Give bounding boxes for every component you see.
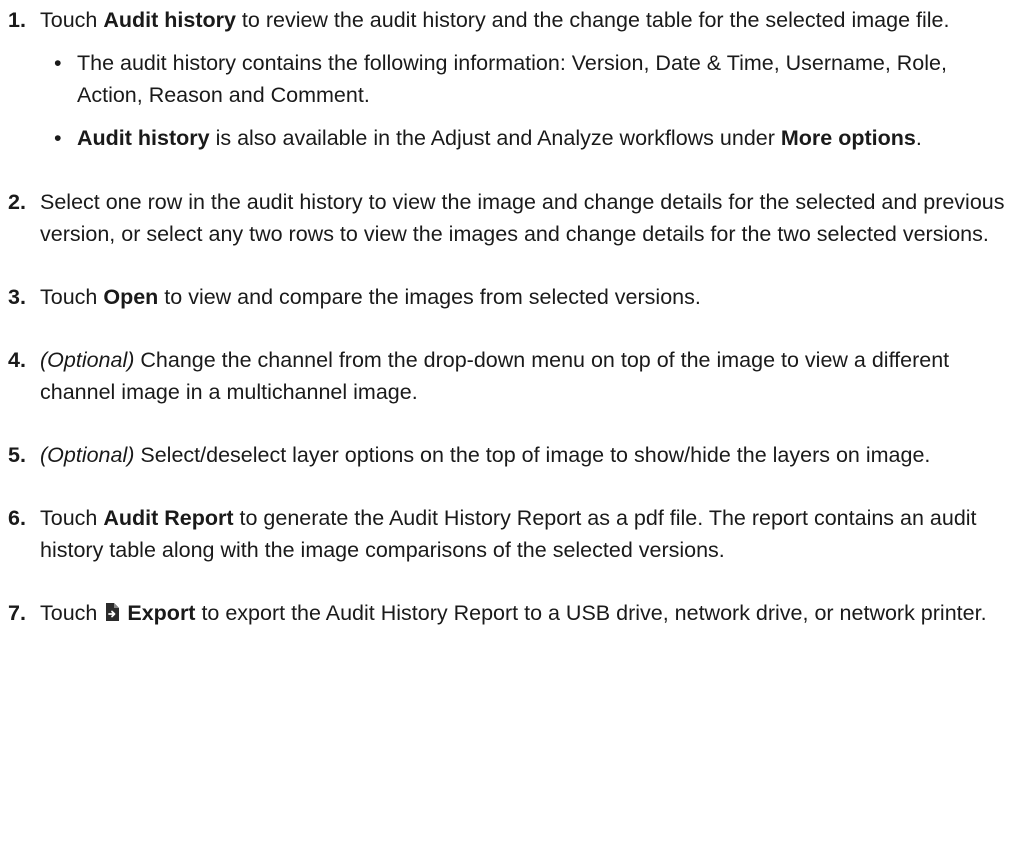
audit-report-label: Audit Report [103, 506, 234, 530]
bullet-icon: • [54, 51, 62, 75]
open-label: Open [103, 285, 159, 309]
optional-label: (Optional) [40, 443, 135, 467]
step-number: 3. [8, 285, 26, 309]
step-number: 4. [8, 348, 26, 372]
export-icon [101, 600, 123, 622]
step-number: 5. [8, 443, 26, 467]
step-text: Touch Audit history to review the audit … [40, 8, 950, 32]
step-3: 3. Touch Open to view and compare the im… [0, 281, 1016, 313]
bullet-text: The audit history contains the following… [77, 51, 947, 107]
bullet-icon: • [54, 126, 62, 150]
step-text: Touch Audit Report to generate the Audit… [40, 506, 977, 562]
bullet-text: Audit history is also available in the A… [77, 126, 922, 150]
bullet-item: • Audit history is also available in the… [40, 122, 1016, 154]
optional-label: (Optional) [40, 348, 135, 372]
step-7: 7. Touch Export to export the Audit Histo… [0, 597, 1016, 629]
bullet-item: • The audit history contains the followi… [40, 47, 1016, 111]
step-5: 5. (Optional) Select/deselect layer opti… [0, 439, 1016, 471]
audit-history-label: Audit history [103, 8, 236, 32]
step-number: 1. [8, 8, 26, 32]
step-text: (Optional) Select/deselect layer options… [40, 443, 931, 467]
step-text: Touch Open to view and compare the image… [40, 285, 701, 309]
more-options-label: More options [780, 126, 916, 150]
audit-history-label: Audit history [77, 126, 210, 150]
step-4: 4. (Optional) Change the channel from th… [0, 344, 1016, 408]
step-1: 1. Touch Audit history to review the aud… [0, 4, 1016, 154]
instruction-steps: 1. Touch Audit history to review the aud… [0, 4, 1016, 629]
step-2: 2. Select one row in the audit history t… [0, 186, 1016, 250]
step-6: 6. Touch Audit Report to generate the Au… [0, 502, 1016, 566]
export-label: Export [127, 601, 196, 625]
step-number: 7. [8, 601, 26, 625]
step-text: Select one row in the audit history to v… [40, 190, 1005, 246]
step-text: (Optional) Change the channel from the d… [40, 348, 950, 404]
step-text: Touch Export to export the Audit History … [40, 600, 987, 625]
step-number: 2. [8, 190, 26, 214]
step-number: 6. [8, 506, 26, 530]
